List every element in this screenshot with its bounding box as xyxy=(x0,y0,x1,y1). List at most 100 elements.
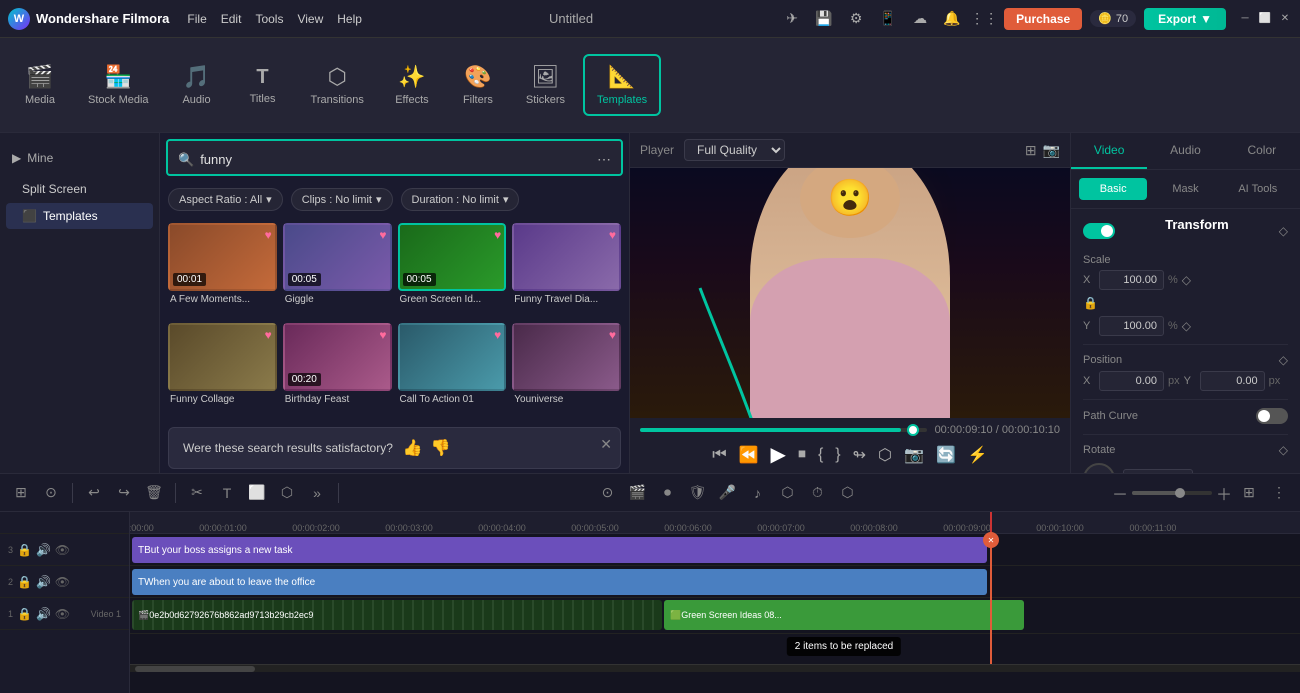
toolbar-item-audio[interactable]: 🎵 Audio xyxy=(167,56,227,114)
menu-view[interactable]: View xyxy=(297,12,323,26)
close-button[interactable]: ✕ xyxy=(1278,12,1292,26)
split-button[interactable]: ↬ xyxy=(853,445,866,465)
sidebar-item-templates[interactable]: ⬛ Templates xyxy=(6,203,153,229)
menu-help[interactable]: Help xyxy=(337,12,362,26)
reverse-button[interactable]: 🔄 xyxy=(936,445,956,465)
tl-more2-button[interactable]: ⋮ xyxy=(1266,480,1292,506)
speed-button[interactable]: ⚡ xyxy=(968,445,988,465)
tl-delete-button[interactable]: 🗑 xyxy=(141,480,167,506)
apps-icon[interactable]: ⋮⋮ xyxy=(972,7,996,31)
template-item-6[interactable]: ♥ Call To Action 01 xyxy=(398,323,507,417)
tl-cut-button[interactable]: ✂ xyxy=(184,480,210,506)
menu-tools[interactable]: Tools xyxy=(255,12,283,26)
prev-frame-button[interactable]: ⏪ xyxy=(739,445,759,465)
scale-x-keyframe[interactable]: ◇ xyxy=(1182,273,1191,287)
timeline-scrollbar[interactable] xyxy=(130,664,1300,672)
toolbar-item-effects[interactable]: ✨ Effects xyxy=(382,56,442,114)
rotate-keyframe[interactable]: ◇ xyxy=(1279,443,1288,457)
track-v2-eye[interactable]: 👁 xyxy=(55,575,70,589)
cloud-icon[interactable]: ☁ xyxy=(908,7,932,31)
tl-undo-button[interactable]: ↩ xyxy=(81,480,107,506)
tl-redo-button[interactable]: ↪ xyxy=(111,480,137,506)
scrollbar-thumb[interactable] xyxy=(135,666,255,672)
template-item-4[interactable]: ♥ Funny Collage xyxy=(168,323,277,417)
toolbar-item-titles[interactable]: T Titles xyxy=(233,58,293,113)
tl-center-3[interactable]: ⏺ xyxy=(654,480,680,506)
sidebar-item-split-screen[interactable]: Split Screen xyxy=(6,176,153,202)
menu-edit[interactable]: Edit xyxy=(221,12,242,26)
toolbar-item-stickers[interactable]: 🖼 Stickers xyxy=(514,56,577,114)
feedback-close-button[interactable]: ✕ xyxy=(600,436,612,453)
tl-grid-button[interactable]: ⊞ xyxy=(1236,480,1262,506)
track-v3-lock[interactable]: 🔒 xyxy=(17,543,32,557)
crop-button[interactable]: ⬡ xyxy=(878,445,892,465)
tl-mic-button[interactable]: 🎤 xyxy=(714,480,740,506)
go-start-button[interactable]: ⏮ xyxy=(712,446,726,464)
tl-more-button[interactable]: » xyxy=(304,480,330,506)
mark-in-button[interactable]: { xyxy=(818,446,823,464)
export-button[interactable]: Export ▼ xyxy=(1144,8,1226,30)
tl-center-4[interactable]: 🛡 xyxy=(684,480,710,506)
sub-tab-basic[interactable]: Basic xyxy=(1079,178,1147,200)
search-input[interactable] xyxy=(200,152,597,167)
scale-y-keyframe[interactable]: ◇ xyxy=(1182,319,1191,333)
track-v3-eye[interactable]: 👁 xyxy=(55,543,70,557)
clips-filter[interactable]: Clips : No limit ▾ xyxy=(291,188,393,211)
minimize-button[interactable]: ─ xyxy=(1238,12,1252,26)
dislike-button[interactable]: 👎 xyxy=(431,438,451,458)
mark-out-button[interactable]: } xyxy=(835,446,840,464)
toolbar-item-media[interactable]: 🎬 Media xyxy=(10,56,70,114)
scale-lock-icon[interactable]: 🔒 xyxy=(1083,296,1098,310)
toolbar-item-templates[interactable]: 📐 Templates xyxy=(583,54,661,116)
template-item-0[interactable]: 00:01 ♥ A Few Moments... xyxy=(168,223,277,317)
purchase-button[interactable]: Purchase xyxy=(1004,8,1082,30)
tl-center-1[interactable]: ⊙ xyxy=(594,480,620,506)
aspect-ratio-filter[interactable]: Aspect Ratio : All ▾ xyxy=(168,188,283,211)
phone-icon[interactable]: 📱 xyxy=(876,7,900,31)
track-v1-clip-main[interactable]: 🎬 0e2b0d62792676b862ad9713b29cb2ec9 xyxy=(132,600,662,630)
zoom-in-button[interactable]: ＋ xyxy=(1216,481,1232,505)
sub-tab-mask[interactable]: Mask xyxy=(1151,178,1219,200)
track-v2-clip[interactable]: T When you are about to leave the office xyxy=(132,569,987,595)
snapshot-icon[interactable]: 📷 xyxy=(1043,142,1060,159)
scale-y-input[interactable] xyxy=(1099,316,1164,336)
position-keyframe[interactable]: ◇ xyxy=(1279,353,1288,367)
transform-keyframe[interactable]: ◇ xyxy=(1279,224,1288,238)
maximize-button[interactable]: ⬜ xyxy=(1258,12,1272,26)
save-icon[interactable]: 💾 xyxy=(812,7,836,31)
template-item-5[interactable]: 00:20 ♥ Birthday Feast xyxy=(283,323,392,417)
sub-tab-ai-tools[interactable]: AI Tools xyxy=(1224,178,1292,200)
sidebar-mine-header[interactable]: ▶ Mine xyxy=(12,147,147,169)
track-v2-sound[interactable]: 🔊 xyxy=(36,575,51,589)
track-v1-eye[interactable]: 👁 xyxy=(55,607,70,621)
like-button[interactable]: 👍 xyxy=(403,438,423,458)
path-curve-toggle[interactable] xyxy=(1256,408,1288,424)
settings-icon[interactable]: ⚙ xyxy=(844,7,868,31)
preview-slider[interactable] xyxy=(640,428,927,432)
toolbar-item-filters[interactable]: 🎨 Filters xyxy=(448,56,508,114)
duration-filter[interactable]: Duration : No limit ▾ xyxy=(401,188,520,211)
screenshot-button[interactable]: 📷 xyxy=(904,445,924,465)
tl-center-2[interactable]: 🎬 xyxy=(624,480,650,506)
bell-icon[interactable]: 🔔 xyxy=(940,7,964,31)
track-v1-sound[interactable]: 🔊 xyxy=(36,607,51,621)
template-item-2[interactable]: 00:05 ♥ Green Screen Id... xyxy=(398,223,507,317)
tl-split-button[interactable]: ⬡ xyxy=(774,480,800,506)
stop-button[interactable]: ⏹ xyxy=(798,446,806,464)
track-v3-sound[interactable]: 🔊 xyxy=(36,543,51,557)
tl-speed-button[interactable]: ⏱ xyxy=(804,480,830,506)
zoom-out-button[interactable]: － xyxy=(1112,481,1128,505)
share-icon[interactable]: ✈ xyxy=(780,7,804,31)
track-v3-clip[interactable]: T But your boss assigns a new task xyxy=(132,537,987,563)
tl-group-button[interactable]: ⬡ xyxy=(274,480,300,506)
search-more-button[interactable]: ⋯ xyxy=(597,151,611,168)
toolbar-item-transitions[interactable]: ⬡ Transitions xyxy=(299,56,376,114)
tl-target-button[interactable]: ⊙ xyxy=(38,480,64,506)
tl-merge-button[interactable]: ⬡ xyxy=(834,480,860,506)
menu-file[interactable]: File xyxy=(187,12,206,26)
tl-text-button[interactable]: T xyxy=(214,480,240,506)
template-item-7[interactable]: ♥ Youniverse xyxy=(512,323,621,417)
grid-view-icon[interactable]: ⊞ xyxy=(1025,142,1037,159)
position-y-input[interactable] xyxy=(1200,371,1265,391)
track-v1-clip-green[interactable]: 🟩 Green Screen Ideas 08... 2 items to be… xyxy=(664,600,1024,630)
